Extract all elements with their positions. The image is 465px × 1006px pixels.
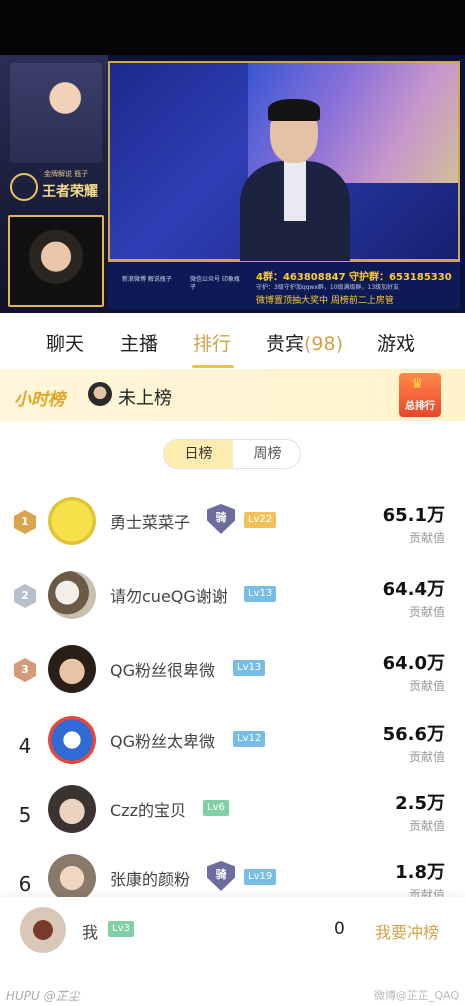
watermark-left: HUPU @芷尘 <box>6 989 80 1003</box>
avatar <box>48 571 96 619</box>
contribution-label: 贡献值 <box>408 605 445 619</box>
contribution-amount: 64.4万 <box>382 579 445 600</box>
game-logo-icon <box>10 173 38 201</box>
user-name: 勇士菜菜子 <box>110 513 191 532</box>
rank-number: 4 <box>18 734 32 758</box>
level-badge: Lv6 <box>203 800 229 816</box>
total-ranking-label: 总排行 <box>405 401 435 412</box>
level-badge: Lv12 <box>233 731 266 747</box>
tab-vip-label: 贵宾 <box>266 333 305 355</box>
host-figure <box>240 99 350 263</box>
user-name: QG粉丝很卑微 <box>110 661 215 680</box>
my-name: 我 <box>82 923 99 942</box>
knight-badge-icon: 骑 <box>207 504 235 534</box>
list-item[interactable]: 2 请勿cueQG谢谢 Lv13 64.4万 贡献值 <box>0 569 465 641</box>
tab-games[interactable]: 游戏 <box>377 329 415 356</box>
list-item[interactable]: 5 Czz的宝贝 Lv6 2.5万 贡献值 <box>0 783 465 855</box>
climb-rank-button[interactable]: 我要冲榜 <box>375 919 439 943</box>
game-logo-text: 王者荣耀 <box>42 184 98 200</box>
caster-tag: 金牌解说 瓶子 <box>44 170 89 178</box>
crown-icon: ♛ <box>411 376 424 392</box>
contribution-label: 贡献值 <box>408 819 445 833</box>
user-name: Czz的宝贝 <box>110 801 186 820</box>
wechat-info: 微信公众号 印象瓶子 <box>190 276 240 291</box>
period-toggle: 日榜 周榜 <box>163 439 301 469</box>
silver-medal-icon: 2 <box>14 584 36 608</box>
list-item[interactable]: 4 QG粉丝太卑微 Lv12 56.6万 贡献值 <box>0 714 465 786</box>
avatar <box>20 907 66 953</box>
avatar <box>48 785 96 833</box>
tab-chat[interactable]: 聊天 <box>46 329 84 356</box>
stream-ticker: 新浪微博 解说瓶子 微信公众号 印象瓶子 4群：463808847 守护群：65… <box>108 261 460 309</box>
avatar <box>48 497 96 545</box>
contribution-label: 贡献值 <box>408 750 445 764</box>
level-badge: Lv22 <box>244 512 277 528</box>
caster-art <box>10 63 102 163</box>
contribution-amount: 56.6万 <box>382 724 445 745</box>
contribution-amount: 65.1万 <box>382 505 445 526</box>
contribution-label: 贡献值 <box>408 679 445 693</box>
tab-bar: 聊天 主播 排行 贵宾(98) 游戏 <box>0 313 465 369</box>
contribution-amount: 2.5万 <box>395 793 445 814</box>
live-video-player[interactable]: 金牌解说 瓶子 王者荣耀 新浪微博 解说瓶子 微信公众号 印象瓶子 4群：463… <box>0 55 465 313</box>
weibo-info: 新浪微博 解说瓶子 <box>122 276 172 283</box>
knight-badge-icon: 骑 <box>207 861 235 891</box>
hourly-rank-status: 未上榜 <box>118 388 172 409</box>
tab-ranking[interactable]: 排行 <box>193 329 231 356</box>
level-badge: Lv19 <box>244 869 277 885</box>
rank-number: 6 <box>18 872 32 896</box>
contribution-amount: 1.8万 <box>395 862 445 883</box>
my-level-badge: Lv3 <box>108 921 134 937</box>
stage-scene <box>108 61 460 263</box>
user-name: QG粉丝太卑微 <box>110 732 215 751</box>
hourly-rank-bar: 小时榜 未上榜 ♛ 总排行 <box>0 369 465 421</box>
weekly-rank-option[interactable]: 周榜 <box>233 440 300 468</box>
watermark-right: 微博@芷芷_QAQ <box>373 989 459 1002</box>
hourly-rank-title: 小时榜 <box>14 390 65 410</box>
watermark: HUPU @芷尘 微博@芷芷_QAQ <box>0 963 465 1006</box>
avatar <box>48 716 96 764</box>
list-item[interactable]: 1 勇士菜菜子 骑 Lv22 65.1万 贡献值 <box>0 495 465 567</box>
my-rank-bar: 我 Lv3 0 我要冲榜 <box>0 897 465 963</box>
list-item[interactable]: 3 QG粉丝很卑微 Lv13 64.0万 贡献值 <box>0 643 465 715</box>
user-name: 张康的颜粉 <box>110 870 191 889</box>
avatar <box>48 645 96 693</box>
level-badge: Lv13 <box>244 586 277 602</box>
tab-active-indicator <box>192 365 234 368</box>
bronze-medal-icon: 3 <box>14 658 36 682</box>
my-score: 0 <box>334 919 345 939</box>
gold-medal-icon: 1 <box>14 510 36 534</box>
weibo-line: 微博置顶抽大奖中 周榜前二上房管 <box>256 296 394 306</box>
level-badge: Lv13 <box>233 660 266 676</box>
tab-vip[interactable]: 贵宾(98) <box>266 329 343 356</box>
avatar <box>88 382 112 406</box>
status-bar <box>0 0 465 55</box>
user-name: 请勿cueQG谢谢 <box>110 587 228 606</box>
game-tag: 金牌解说 瓶子 王者荣耀 <box>10 169 106 207</box>
contribution-amount: 64.0万 <box>382 653 445 674</box>
tab-host[interactable]: 主播 <box>120 329 158 356</box>
rank-number: 5 <box>18 803 32 827</box>
tab-vip-count: (98) <box>304 333 344 355</box>
guard-line: 守护：3级守护加qqwx群，10级满级群，13级加好友 <box>256 284 400 291</box>
group-line: 4群：463808847 守护群：653185330 <box>256 272 452 283</box>
avatar <box>48 854 96 902</box>
total-ranking-button[interactable]: ♛ 总排行 <box>399 373 441 417</box>
daily-rank-option[interactable]: 日榜 <box>164 440 233 468</box>
contribution-label: 贡献值 <box>408 531 445 545</box>
caster-webcam <box>8 215 104 307</box>
